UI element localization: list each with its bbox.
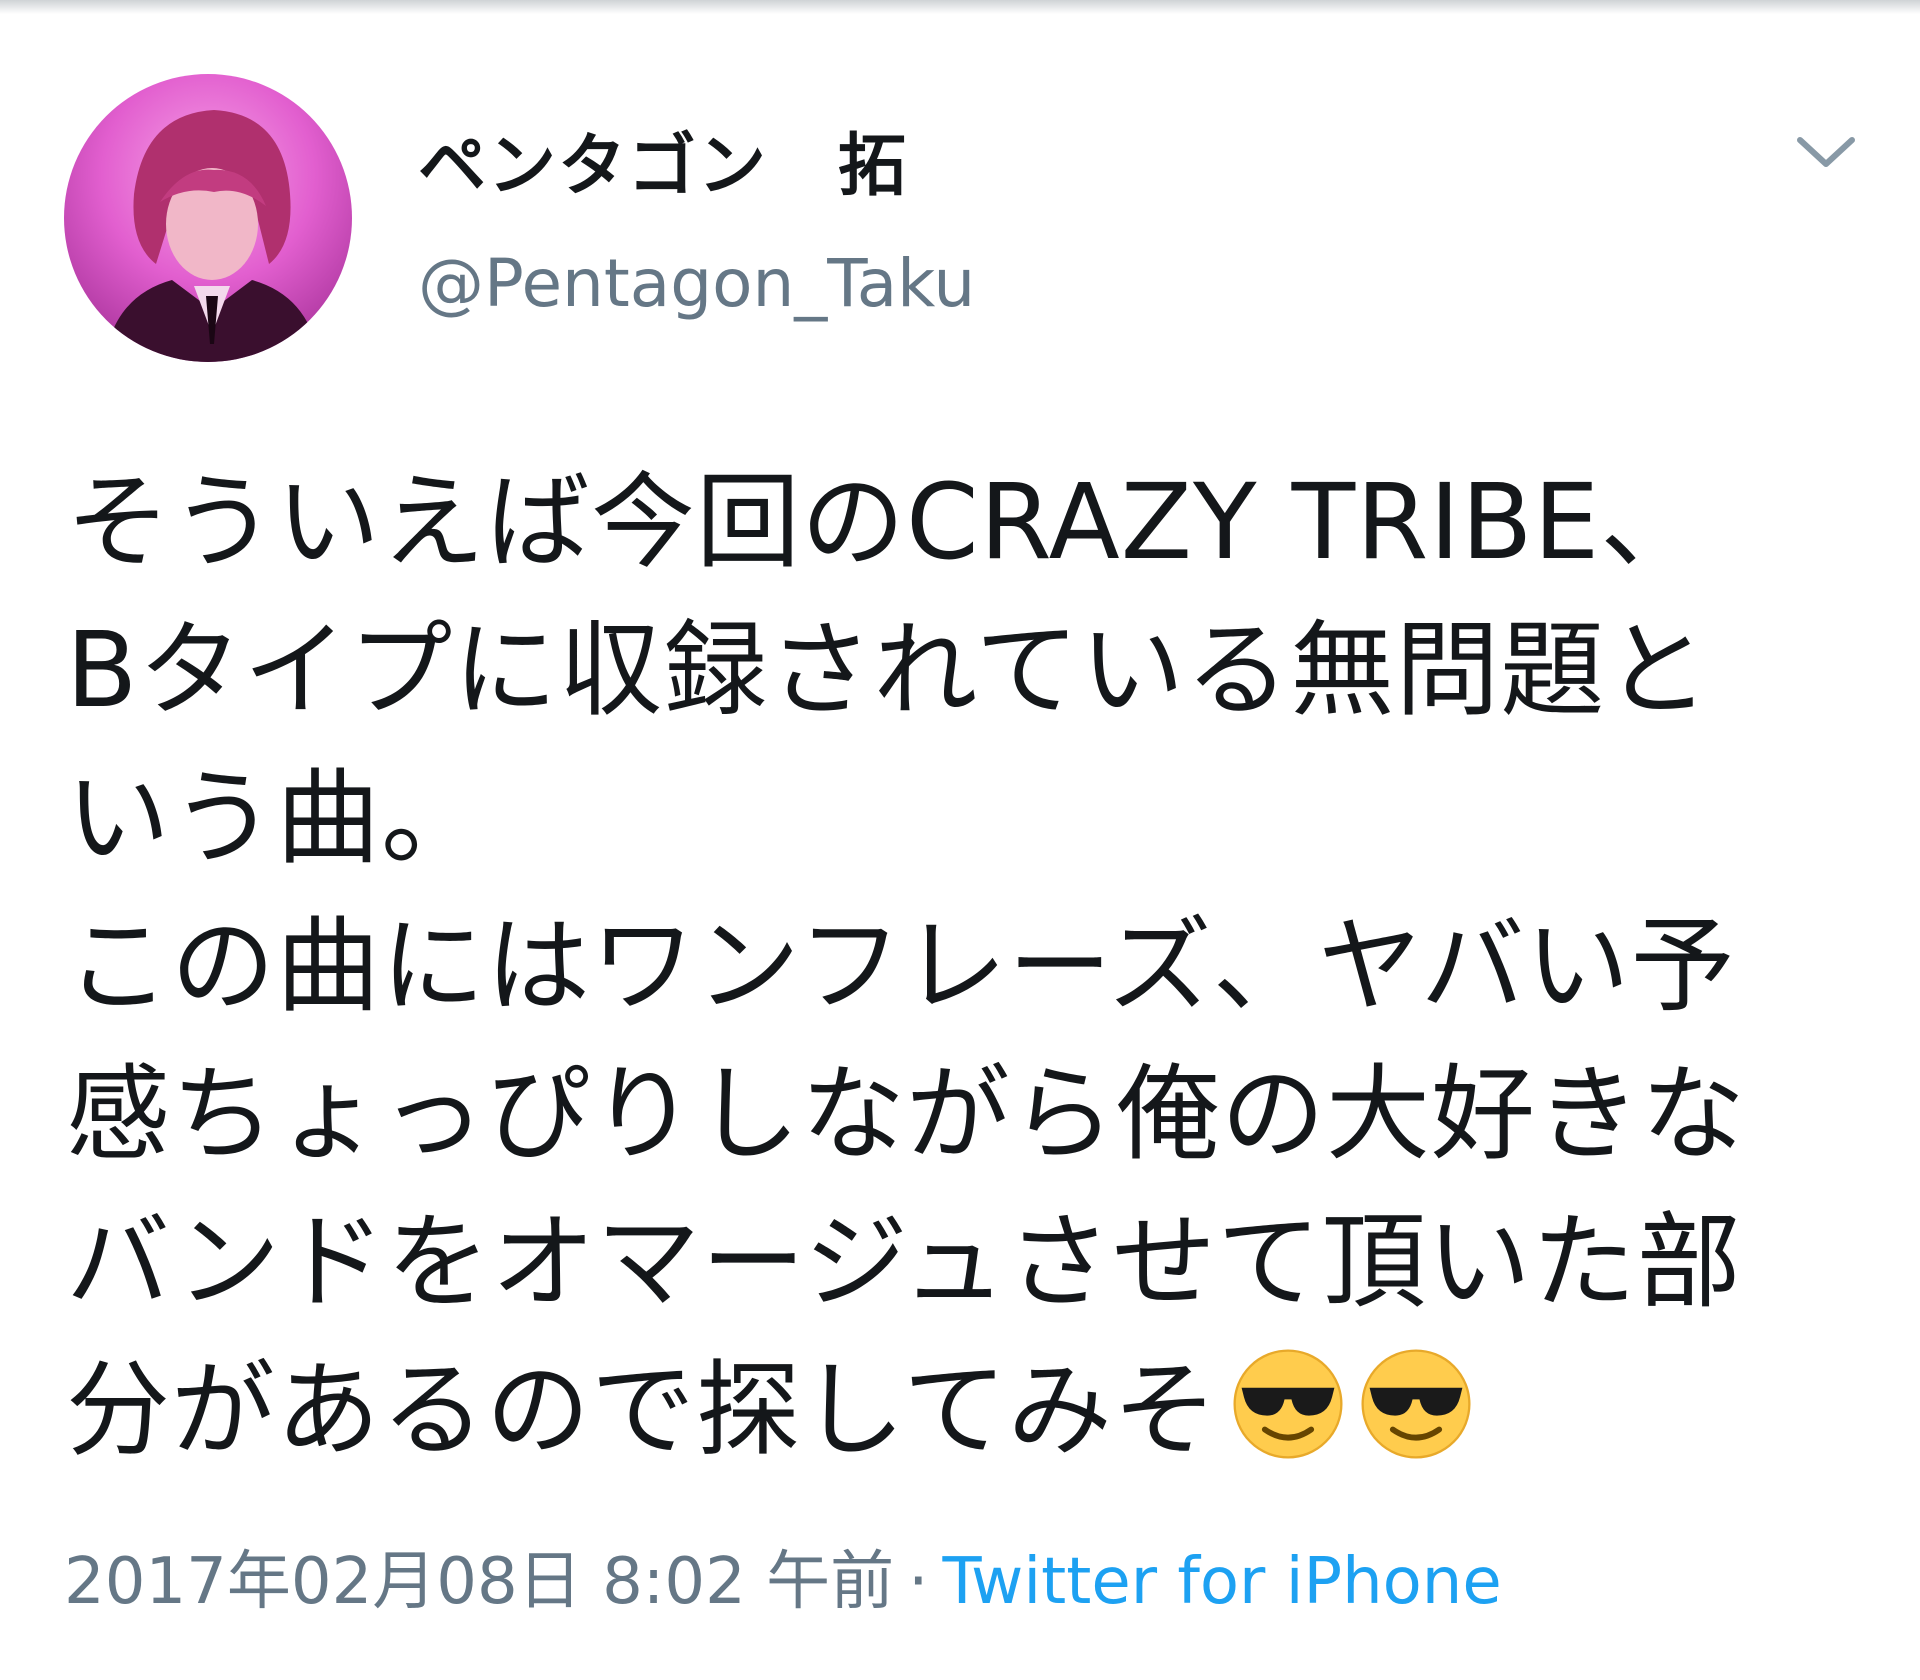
tweet-text-line: Bタイプに収録されている無問題と [66,609,1711,731]
tweet-text-line: 分があるので探してみそ [66,1349,1218,1471]
tweet-text-line: そういえば今回のCRAZY TRIBE、 [66,461,1706,583]
sunglasses-emoji-icon [1361,1349,1471,1459]
tweet-text-line: 感ちょっぴりしながら俺の大好きな [66,1053,1747,1175]
tweet-screenshot: ペンタゴン 拓 @Pentagon_Taku そういえば今回のCRAZY TRI… [0,0,1920,1680]
tweet-text-line: この曲にはワンフレーズ、ヤバい予 [66,905,1736,1027]
meta-separator: · [908,1545,929,1619]
sunglasses-emoji-icon [1233,1349,1343,1459]
user-handle[interactable]: @Pentagon_Taku [418,245,975,322]
chevron-down-icon [1797,137,1855,167]
tweet-source-link[interactable]: Twitter for iPhone [943,1545,1502,1619]
user-info: ペンタゴン 拓 @Pentagon_Taku [418,110,975,322]
display-name[interactable]: ペンタゴン 拓 [418,110,975,209]
tweet-card: ペンタゴン 拓 @Pentagon_Taku そういえば今回のCRAZY TRI… [0,0,1920,1680]
tweet-text-line: いう曲。 [66,757,487,879]
tweet-text: そういえば今回のCRAZY TRIBE、 Bタイプに収録されている無問題と いう… [66,448,1866,1484]
tweet-text-line: バンドをオマージュさせて頂いた部 [66,1201,1742,1323]
more-options-button[interactable] [1790,122,1862,182]
avatar[interactable] [64,74,352,362]
tweet-timestamp[interactable]: 2017年02月08日 8:02 午前 [64,1545,894,1619]
avatar-portrait [104,110,320,362]
tweet-meta: 2017年02月08日 8:02 午前 · Twitter for iPhone [64,1530,1502,1622]
